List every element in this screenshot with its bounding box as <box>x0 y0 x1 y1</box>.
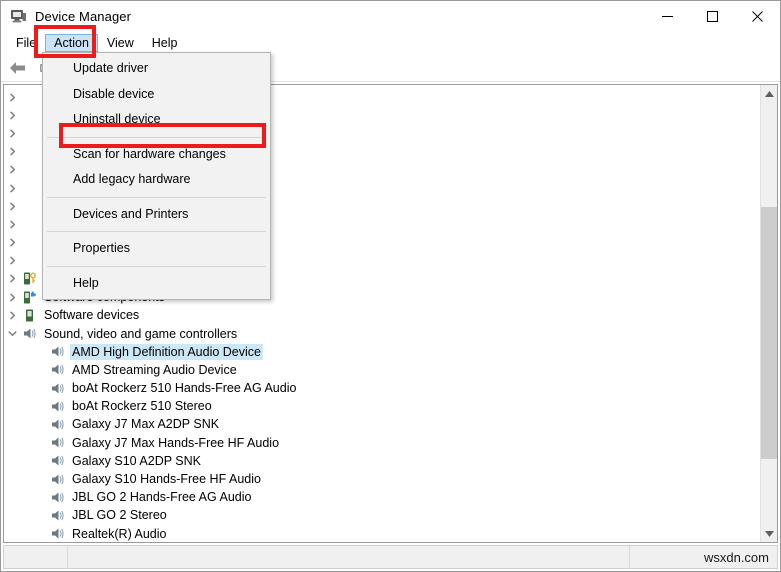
software-component-icon <box>20 289 38 305</box>
scroll-up-icon[interactable] <box>761 85 777 102</box>
chevron-right-icon[interactable] <box>4 147 20 156</box>
tree-row[interactable]: Galaxy S10 Hands-Free HF Audio <box>4 470 760 488</box>
tree-row-label: JBL GO 2 Stereo <box>72 508 167 523</box>
software-device-icon <box>20 307 38 323</box>
scrollbar-thumb[interactable] <box>761 207 777 459</box>
tree-row-label: AMD Streaming Audio Device <box>72 362 237 377</box>
chevron-down-icon[interactable] <box>4 329 20 338</box>
tree-row[interactable]: Galaxy J7 Max Hands-Free HF Audio <box>4 434 760 452</box>
speaker-icon <box>48 344 66 360</box>
speaker-icon <box>48 489 66 505</box>
chevron-right-icon[interactable] <box>4 238 20 247</box>
chevron-right-icon[interactable] <box>4 93 20 102</box>
back-icon[interactable] <box>5 56 31 80</box>
menu-separator <box>47 196 266 198</box>
tree-row-label: Galaxy S10 A2DP SNK <box>72 453 202 468</box>
chevron-right-icon[interactable] <box>4 184 20 193</box>
status-panel-2 <box>68 545 630 569</box>
menu-view[interactable]: View <box>98 34 143 52</box>
action-dropdown-menu: Update driver Disable device Uninstall dev… <box>42 52 271 300</box>
chevron-right-icon[interactable] <box>4 220 20 229</box>
speaker-icon <box>48 398 66 414</box>
tree-row[interactable]: JBL GO 2 Hands-Free AG Audio <box>4 488 760 506</box>
tree-row-label: Galaxy S10 Hands-Free HF Audio <box>72 472 261 487</box>
menu-option[interactable]: Uninstall device <box>43 107 270 133</box>
tree-row-label: AMD High Definition Audio Device <box>70 343 263 360</box>
device-manager-window: Device Manager File Action View Help Sof… <box>0 0 781 572</box>
chevron-right-icon[interactable] <box>4 256 20 265</box>
tree-row-label: Sound, video and game controllers <box>44 326 238 341</box>
speaker-icon <box>48 507 66 523</box>
tree-row[interactable]: AMD High Definition Audio Device <box>4 343 760 361</box>
chevron-right-icon[interactable] <box>4 165 20 174</box>
chevron-right-icon[interactable] <box>4 274 20 283</box>
menu-option[interactable]: Disable device <box>43 82 270 108</box>
tree-row-label: Galaxy J7 Max Hands-Free HF Audio <box>72 435 280 450</box>
title-bar: Device Manager <box>1 1 780 32</box>
tree-row-label: JBL GO 2 Hands-Free AG Audio <box>72 490 252 505</box>
tree-row-label: boAt Rockerz 510 Hands-Free AG Audio <box>72 381 297 396</box>
menu-help[interactable]: Help <box>143 34 187 52</box>
device-manager-icon <box>9 8 27 26</box>
menu-separator <box>47 231 266 232</box>
menu-bar: File Action View Help <box>1 32 780 54</box>
menu-option[interactable]: Help <box>43 271 270 297</box>
window-title: Device Manager <box>35 9 132 24</box>
status-panel-1 <box>4 545 68 569</box>
tree-row-label: Galaxy J7 Max A2DP SNK <box>72 417 220 432</box>
tree-row[interactable]: Galaxy J7 Max A2DP SNK <box>4 415 760 433</box>
scroll-down-icon[interactable] <box>761 525 777 542</box>
speaker-icon <box>48 435 66 451</box>
speaker-icon <box>48 453 66 469</box>
menu-separator <box>47 265 266 267</box>
tree-row-label: boAt Rockerz 510 Stereo <box>72 399 212 414</box>
speaker-icon <box>48 526 66 542</box>
menu-option[interactable]: Add legacy hardware <box>43 167 270 193</box>
tree-row[interactable]: Realtek(R) Audio <box>4 525 760 543</box>
tree-row[interactable]: AMD Streaming Audio Device <box>4 361 760 379</box>
tree-row[interactable]: boAt Rockerz 510 Hands-Free AG Audio <box>4 379 760 397</box>
close-button[interactable] <box>735 1 780 32</box>
speaker-icon <box>48 380 66 396</box>
speaker-icon <box>48 471 66 487</box>
maximize-button[interactable] <box>690 1 735 32</box>
menu-option[interactable]: Scan for hardware changes <box>43 142 270 168</box>
menu-option[interactable]: Properties <box>43 236 270 262</box>
tree-row-label: Software devices <box>44 308 140 323</box>
tree-row[interactable]: boAt Rockerz 510 Stereo <box>4 397 760 415</box>
tree-row[interactable]: Sound, video and game controllers <box>4 324 760 342</box>
speaker-icon <box>48 416 66 432</box>
security-device-icon <box>20 271 38 287</box>
window-controls <box>645 1 780 32</box>
menu-option[interactable]: Update driver <box>43 56 270 82</box>
watermark: wsxdn.com <box>703 549 769 565</box>
tree-row[interactable]: Software devices <box>4 306 760 324</box>
tree-row[interactable]: JBL GO 2 Stereo <box>4 506 760 524</box>
chevron-right-icon[interactable] <box>4 202 20 211</box>
minimize-button[interactable] <box>645 1 690 32</box>
speaker-icon <box>20 326 38 342</box>
tree-row[interactable]: Galaxy S10 A2DP SNK <box>4 452 760 470</box>
menu-action[interactable]: Action <box>45 34 98 52</box>
menu-separator <box>47 136 266 138</box>
menu-option[interactable]: Devices and Printers <box>43 202 270 228</box>
chevron-right-icon[interactable] <box>4 293 20 302</box>
vertical-scrollbar[interactable] <box>760 85 777 542</box>
status-bar: wsxdn.com <box>3 545 778 569</box>
menu-file[interactable]: File <box>7 34 45 52</box>
chevron-right-icon[interactable] <box>4 311 20 320</box>
chevron-right-icon[interactable] <box>4 111 20 120</box>
tree-row-label: Realtek(R) Audio <box>72 526 167 541</box>
chevron-right-icon[interactable] <box>4 129 20 138</box>
speaker-icon <box>48 362 66 378</box>
